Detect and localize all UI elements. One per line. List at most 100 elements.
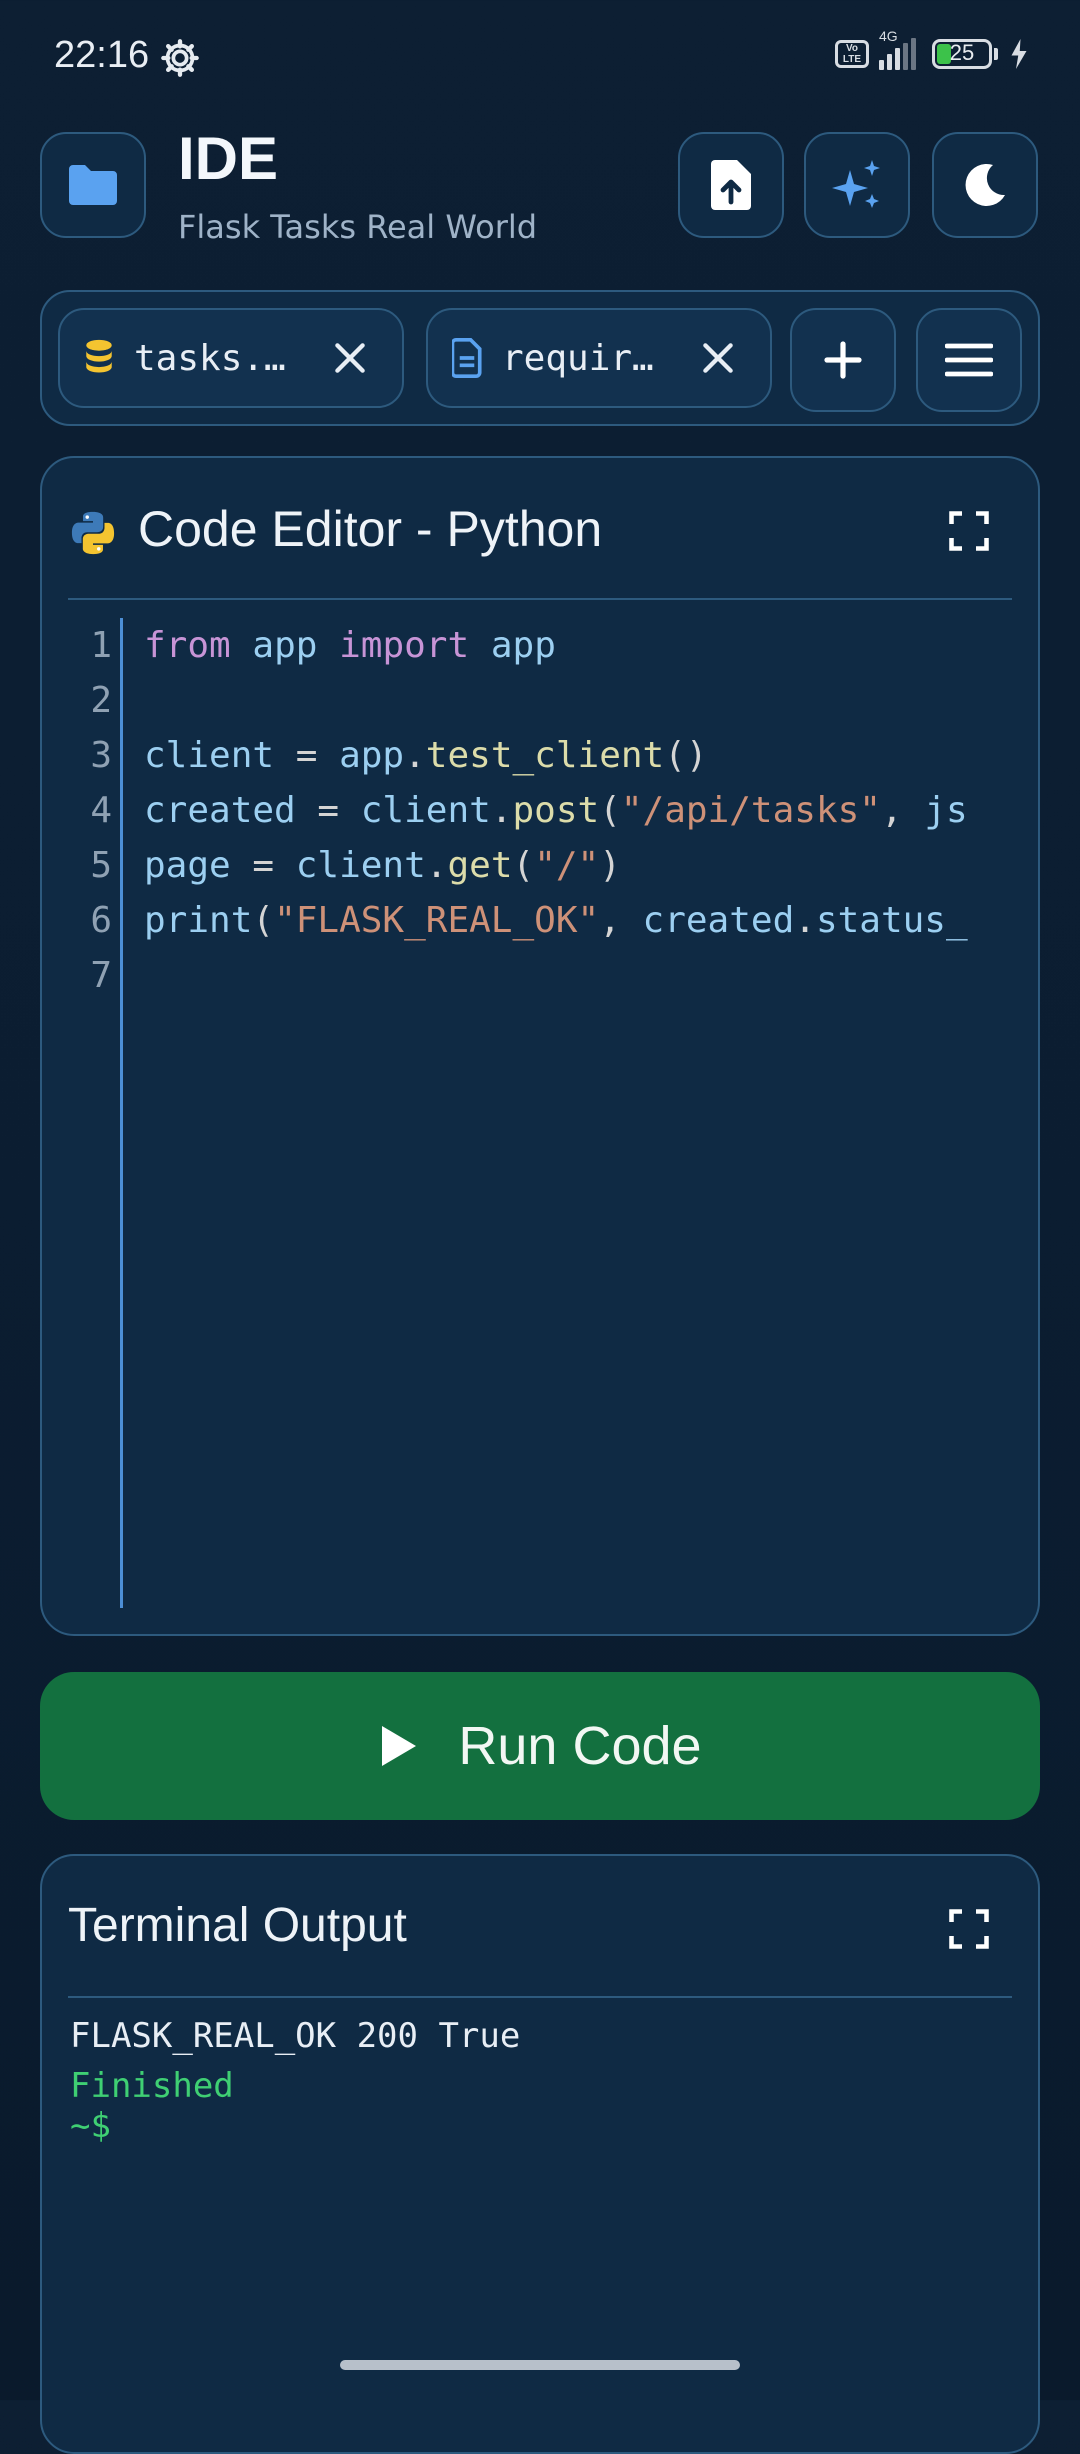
line-number: 6 [90,900,112,941]
code-token: "/" [534,845,600,886]
file-tabs-bar: tasks.… requir… [40,290,1040,426]
theme-toggle-button[interactable] [932,132,1038,238]
terminal-title: Terminal Output [68,1899,407,1952]
code-line[interactable]: 7 [68,948,1012,1003]
play-icon [382,1726,417,1766]
code-token: ) [599,845,621,886]
code-area[interactable]: 1 from app import app 2 3 client = app.test_… [68,618,1012,1608]
home-indicator[interactable] [340,2360,740,2370]
file-upload-icon [711,160,751,210]
code-token: . [404,735,426,776]
python-icon [71,511,115,555]
battery-icon: 25 [932,39,992,69]
code-text: page = client.get("/") [144,838,621,893]
code-editor-panel: Code Editor - Python 1 from app import ap… [40,456,1040,1636]
line-number: 1 [90,625,112,666]
code-line[interactable]: 2 [68,673,1012,728]
code-token: = [295,790,361,831]
status-time: 22:16 [54,34,150,76]
open-folder-button[interactable] [40,132,146,238]
code-token: "FLASK_REAL_OK" [274,900,600,941]
code-token: post [512,790,600,831]
folder-icon [69,165,117,205]
code-token: import [339,625,470,666]
code-token: ( [512,845,535,886]
code-token: js [924,790,968,831]
code-token: created [642,900,795,941]
tab-label: requir… [502,337,654,379]
code-line[interactable]: 1 from app import app [68,618,1012,673]
document-icon [452,338,482,378]
line-number: 7 [90,955,112,996]
code-token: , [880,790,925,831]
project-name: Flask Tasks Real World [178,208,538,246]
code-line[interactable]: 3 client = app.test_client() [68,728,1012,783]
code-token: client [360,790,491,831]
sparkles-icon [832,160,880,208]
code-token: . [794,900,816,941]
code-token: test_client [425,735,665,776]
line-number: 3 [90,735,112,776]
editor-divider [68,598,1012,600]
app-title: IDE [178,125,279,192]
cellular-signal-icon: 4G [879,28,916,70]
code-token: print [144,900,253,941]
hamburger-menu-icon [945,343,993,377]
upload-file-button[interactable] [678,132,784,238]
code-token: . [425,845,448,886]
line-number: 2 [90,680,112,721]
volte-icon: Vo LTE [835,40,869,68]
tab-requirements[interactable]: requir… [426,308,772,408]
tab-tasks[interactable]: tasks.… [58,308,404,408]
run-button-label: Run Code [458,1716,702,1776]
code-token: "/api/tasks" [620,790,881,831]
code-line[interactable]: 6 print("FLASK_REAL_OK", created.status_ [68,893,1012,948]
terminal-output-line: FLASK_REAL_OK 200 True [70,2016,521,2056]
terminal-status-line: Finished [70,2066,234,2106]
code-token: = [230,845,296,886]
line-number: 4 [90,790,112,831]
code-token: app [252,625,318,666]
code-token: from [144,625,231,666]
fullscreen-terminal-icon[interactable] [948,1908,990,1950]
database-icon [86,339,112,373]
close-tab-icon[interactable] [700,340,736,376]
tabs-menu-button[interactable] [916,308,1022,412]
new-tab-button[interactable] [790,308,896,412]
code-token: status_ [815,900,968,941]
code-line[interactable]: 5 page = client.get("/") [68,838,1012,893]
moon-icon [965,163,1005,206]
code-token: = [274,735,340,776]
editor-title: Code Editor - Python [138,501,603,557]
fullscreen-editor-icon[interactable] [948,510,990,552]
code-token: ( [599,790,621,831]
code-token: . [490,790,513,831]
code-token: page [144,845,231,886]
run-code-button[interactable]: Run Code [40,1672,1040,1820]
status-indicators: Vo LTE 4G 25 [835,28,1030,70]
code-line[interactable]: 4 created = client.post("/api/tasks", js [68,783,1012,838]
settings-gear-icon [161,39,199,77]
terminal-divider [68,1996,1012,1998]
ai-assist-button[interactable] [804,132,910,238]
code-token: created [144,790,296,831]
charging-bolt-icon [1011,39,1027,69]
status-bar: 22:16 Vo LTE 4G 25 [0,0,1080,120]
code-token: get [447,845,513,886]
battery-level: 25 [949,40,975,65]
code-token: () [664,735,708,776]
code-text: print("FLASK_REAL_OK", created.status_ [144,893,968,948]
code-token: , [599,900,643,941]
code-token: client [144,735,275,776]
app-header: IDE Flask Tasks Real World [40,125,1040,246]
code-text: client = app.test_client() [144,728,708,783]
terminal-prompt[interactable]: ~$ [70,2106,111,2146]
code-text: created = client.post("/api/tasks", js [144,783,968,838]
network-type-label: 4G [879,28,898,44]
code-token: app [490,625,556,666]
code-token: client [295,845,426,886]
close-tab-icon[interactable] [332,340,368,376]
